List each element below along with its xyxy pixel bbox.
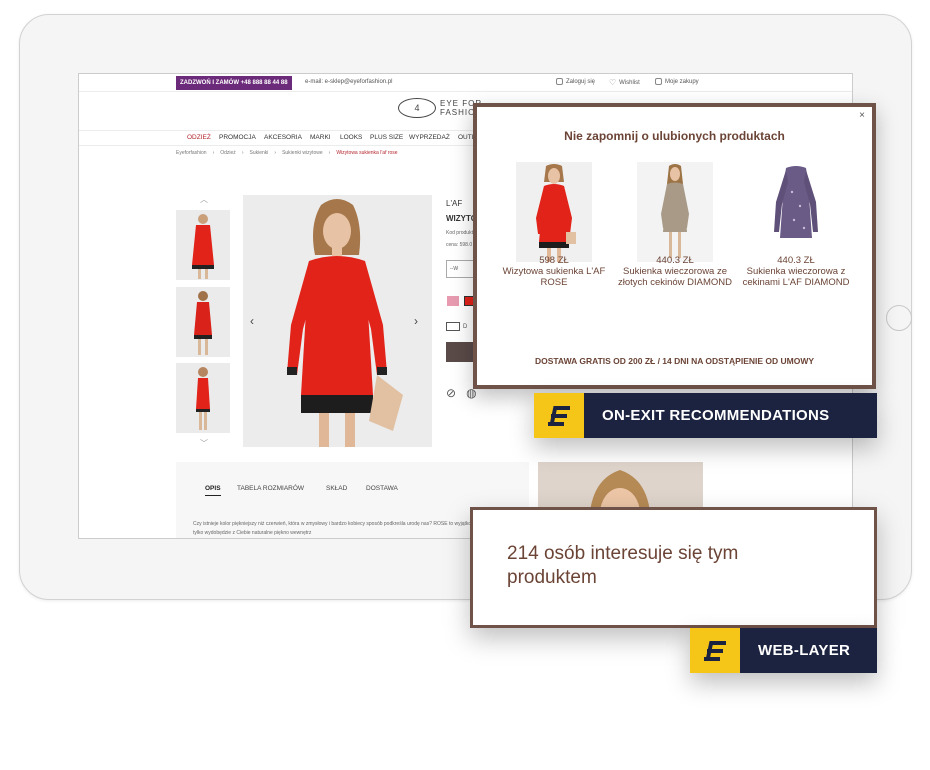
call-badge[interactable]: ZADZWOŃ I ZAMÓW +48 888 88 44 88	[176, 76, 292, 90]
product-thumbnail[interactable]	[176, 210, 230, 280]
breadcrumb: Eyeforfashion › Odzież › Sukienki › Suki…	[176, 150, 398, 156]
web-layer-label: WEB-LAYER	[690, 628, 877, 673]
recommended-product-image[interactable]	[637, 162, 713, 262]
product-price: cena: 598.0	[446, 242, 473, 248]
breadcrumb-item[interactable]: Eyeforfashion	[176, 150, 207, 156]
color-swatch-pink[interactable]	[447, 296, 459, 306]
shipping-label: D	[463, 323, 468, 330]
web-layer-label-text: WEB-LAYER	[758, 642, 851, 659]
red-dress-side-figure-icon	[176, 363, 230, 433]
nav-item-promocja[interactable]: PROMOCJA	[219, 134, 256, 141]
on-exit-label-text: ON-EXIT RECOMMENDATIONS	[602, 407, 830, 424]
tablet-home-button[interactable]	[886, 305, 912, 331]
popup-footer: DOSTAWA GRATIS OD 200 ZŁ / 14 DNI NA ODS…	[534, 356, 815, 366]
red-dress-figure-icon	[176, 210, 230, 280]
nav-item-plus-size[interactable]: PLUS SIZE	[370, 134, 403, 141]
popup-title: Nie zapomnij o ulubionych produktach	[564, 129, 785, 143]
recommended-product[interactable]: Sukienka wieczorowa z cekinami L'AF DIAM…	[736, 162, 856, 300]
brand-e-glyph-icon	[548, 405, 570, 426]
thumbs-down-arrow-icon[interactable]: ﹀	[200, 438, 208, 449]
nav-item-looks[interactable]: LOOKS	[340, 134, 362, 141]
breadcrumb-item[interactable]: Sukienki	[249, 150, 268, 156]
product-thumbnail[interactable]	[176, 363, 230, 433]
store-logo[interactable]: 4 EYE FOR FASHION	[398, 96, 482, 120]
brand-e-logo-icon	[534, 393, 584, 438]
breadcrumb-current: Wizytowa sukienka l'af rose	[336, 150, 398, 156]
tab-sklad[interactable]: SKŁAD	[326, 485, 347, 492]
web-layer-message: 214 osób interesuje się tym produktem	[507, 543, 739, 588]
recommended-product-name[interactable]: Wizytowa sukienka L'AF ROSE	[494, 266, 614, 300]
red-dress-model-icon	[243, 195, 432, 447]
cart-link[interactable]: Moje zakupy	[655, 78, 699, 85]
heart-icon: ♡	[609, 78, 617, 87]
store-topbar: ZADZWOŃ I ZAMÓW +48 888 88 44 88 e-mail:…	[79, 74, 852, 92]
login-label: Zaloguj się	[566, 78, 596, 85]
brand-e-glyph-icon	[704, 640, 726, 661]
product-thumbnail[interactable]	[176, 287, 230, 357]
wishlist-link[interactable]: ♡ Wishlist	[609, 78, 640, 87]
product-brand[interactable]: L'AF	[446, 199, 462, 208]
shipping-info: D	[446, 322, 467, 331]
product-code: Kod produktu	[446, 230, 476, 236]
recommended-product-price: 598 ZŁ	[539, 255, 569, 266]
breadcrumb-separator: ›	[274, 150, 277, 156]
brand-e-logo-icon	[690, 628, 740, 673]
tab-dostawa[interactable]: DOSTAWA	[366, 485, 398, 492]
recommended-product[interactable]: Sukienka wieczorowa ze złotych cekinów D…	[615, 162, 735, 300]
breadcrumb-separator: ›	[241, 150, 244, 156]
breadcrumb-separator: ›	[212, 150, 215, 156]
user-icon	[556, 78, 563, 85]
nav-item-marki[interactable]: MARKI	[310, 134, 331, 141]
no-iron-icon: ⊘	[446, 386, 457, 400]
product-feature-icons: ⊘ ◍	[446, 386, 477, 400]
login-link[interactable]: Zaloguj się	[556, 78, 595, 85]
logo-mark: 4	[414, 103, 420, 113]
bag-icon	[655, 78, 662, 85]
eye-logo-icon: 4	[398, 98, 436, 118]
close-icon[interactable]: ×	[859, 110, 865, 121]
nav-item-akcesoria[interactable]: AKCESORIA	[264, 134, 302, 141]
nav-item-wyprzedaz[interactable]: WYPRZEDAŻ	[409, 134, 450, 141]
recommended-product-price: 440.3 ZŁ	[777, 255, 815, 266]
cart-label: Moje zakupy	[665, 78, 699, 85]
truck-icon	[446, 322, 460, 331]
prev-image-arrow-icon[interactable]: ‹	[250, 314, 254, 328]
tab-opis[interactable]: OPIS	[205, 485, 221, 496]
product-main-image	[243, 195, 432, 447]
recommended-product-image[interactable]	[758, 162, 834, 262]
breadcrumb-item[interactable]: Sukienki wizytowe	[282, 150, 323, 156]
breadcrumb-separator: ›	[328, 150, 331, 156]
web-layer-card: 214 osób interesuje się tym produktem	[470, 507, 877, 628]
recommended-product-name[interactable]: Sukienka wieczorowa ze złotych cekinów D…	[615, 266, 735, 300]
thumbs-up-arrow-icon[interactable]: ︿	[200, 194, 208, 205]
email-link[interactable]: e-mail: e-sklep@eyeforfashion.pl	[305, 79, 392, 85]
tab-tabela-rozmiarow[interactable]: TABELA ROZMIARÓW	[237, 485, 304, 492]
recommended-product-price: 440.3 ZŁ	[656, 255, 694, 266]
on-exit-popup: × Nie zapomnij o ulubionych produktach W…	[473, 103, 876, 389]
recommended-product-name[interactable]: Sukienka wieczorowa z cekinami L'AF DIAM…	[736, 266, 856, 300]
red-dress-back-figure-icon	[176, 287, 230, 357]
next-image-arrow-icon[interactable]: ›	[414, 314, 418, 328]
recommended-product-image[interactable]	[516, 162, 592, 262]
purple-sequin-dress-icon	[758, 162, 834, 262]
nav-item-odziez[interactable]: ODZIEŻ	[187, 134, 211, 141]
red-dress-product-icon	[516, 162, 592, 262]
on-exit-label: ON-EXIT RECOMMENDATIONS	[534, 393, 877, 438]
gold-sequin-dress-icon	[637, 162, 713, 262]
wishlist-label: Wishlist	[619, 79, 640, 86]
breadcrumb-item[interactable]: Odzież	[220, 150, 236, 156]
recommended-product[interactable]: Wizytowa sukienka L'AF ROSE	[494, 162, 614, 300]
